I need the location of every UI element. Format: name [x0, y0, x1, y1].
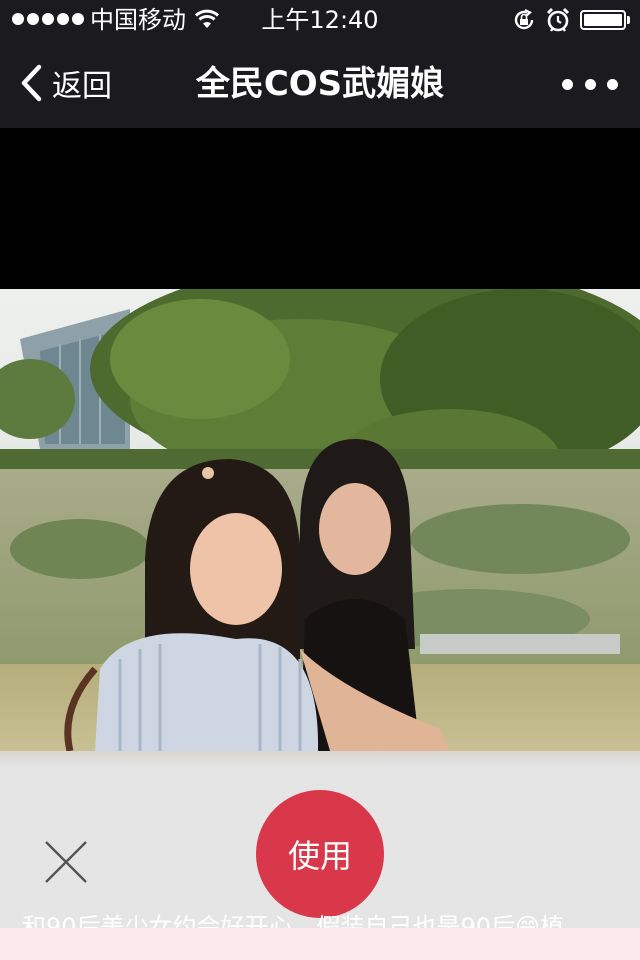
more-options-button[interactable]: [562, 70, 618, 98]
status-bar: 中国移动 上午12:40: [0, 0, 640, 40]
more-dot: [584, 78, 596, 90]
navigation-bar: 返回 全民COS武媚娘: [0, 40, 640, 128]
back-button[interactable]: 返回: [18, 60, 112, 106]
battery-icon: [580, 10, 626, 30]
more-dots-icon: [562, 78, 573, 90]
photo-fade: [0, 751, 640, 768]
status-time: 上午12:40: [261, 6, 379, 34]
chevron-left-icon: [21, 64, 42, 102]
photo-preview: [0, 289, 640, 751]
page-title: 全民COS武媚娘: [195, 64, 445, 104]
battery-tip: [627, 16, 630, 24]
caption-overlay: [0, 928, 640, 960]
use-button[interactable]: 使用: [256, 790, 384, 918]
app-screen: 中国移动 上午12:40 返回 全民COS武媚娘 使用 和90后美少女约会好开心…: [0, 0, 640, 960]
alarm-icon: [546, 7, 570, 32]
back-label: 返回: [52, 69, 112, 104]
more-dot: [607, 78, 618, 90]
close-icon[interactable]: [40, 836, 92, 888]
rotation-lock-icon: [514, 9, 534, 30]
photo-image: [0, 289, 640, 751]
